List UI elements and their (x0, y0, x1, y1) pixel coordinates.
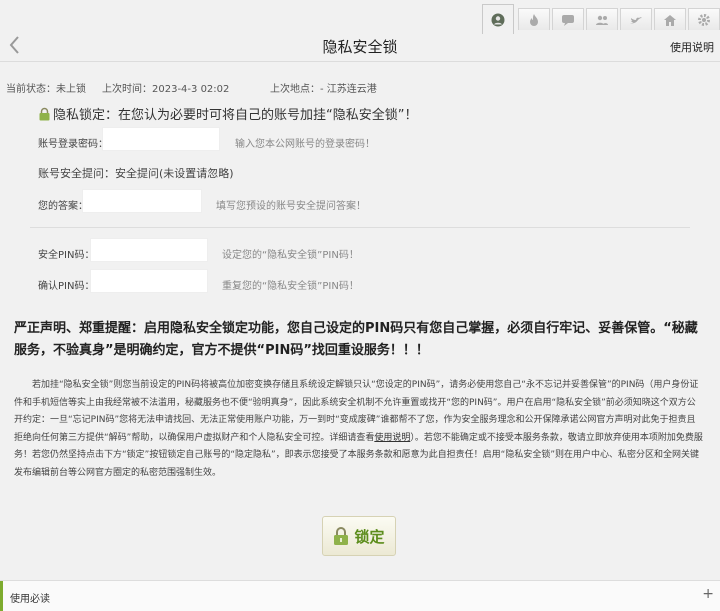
pin-confirm-label: 确认PIN码： (38, 281, 95, 292)
tab-users[interactable] (586, 8, 618, 30)
tab-home[interactable] (654, 8, 686, 30)
security-question: 账号安全提问：安全提问(未设置请忽略) (38, 167, 234, 180)
usage-notice-bar[interactable]: 使用必读 + (0, 580, 720, 611)
usage-notice-label: 使用必读 (10, 594, 50, 605)
current-state: 当前状态：未上锁 (6, 84, 86, 95)
answer-hint: 填写您预设的账号安全提问答案！ (216, 201, 366, 212)
last-location: 上次地点：- 江苏连云港 (270, 84, 377, 95)
pin-input[interactable] (90, 238, 208, 262)
pin-confirm-hint: 重复您的“隐私安全锁”PIN码！ (222, 281, 359, 292)
home-icon (664, 14, 676, 26)
padlock-icon (334, 527, 349, 545)
divider (30, 227, 690, 228)
chat-icon (562, 14, 574, 26)
warning-text: 严正声明、郑重提醒：启用隐私安全锁定功能，您自己设定的PIN码只有您自己掌握，必… (14, 321, 698, 358)
tab-chat[interactable] (552, 8, 584, 30)
tab-weibo[interactable] (620, 8, 652, 30)
lock-heading: 隐私锁定：在您认为必要时可将自己的账号加挂“隐私安全锁”！ (38, 104, 417, 123)
pin-confirm-input[interactable] (90, 269, 208, 293)
terms-paragraph: 若加挂“隐私安全锁”则您当前设定的PIN码将被高位加密变换存储且系统设定解锁只认… (14, 380, 703, 478)
pin-hint: 设定您的“隐私安全锁”PIN码！ (222, 250, 359, 261)
users-icon (596, 15, 608, 25)
answer-label: 您的答案： (38, 201, 88, 212)
password-input[interactable] (102, 127, 220, 151)
fire-icon (530, 13, 538, 26)
expand-icon[interactable]: + (702, 586, 714, 602)
pin-label: 安全PIN码： (38, 250, 95, 261)
last-time: 上次时间：2023-4-3 02:02 (102, 84, 230, 95)
answer-input[interactable] (82, 189, 202, 213)
lock-button[interactable]: 锁定 (322, 516, 396, 556)
lock-icon (39, 107, 50, 120)
page-header: 隐私安全锁 使用说明 (0, 30, 720, 62)
usage-guide-link[interactable]: 使用说明 (374, 433, 410, 443)
accent-bar (0, 581, 3, 611)
help-link[interactable]: 使用说明 (670, 39, 714, 55)
avatar-icon (491, 13, 505, 26)
top-tab-bar (0, 0, 720, 34)
password-label: 账号登录密码： (38, 139, 108, 150)
gear-icon (698, 13, 710, 26)
tab-hot[interactable] (518, 8, 550, 30)
page-title: 隐私安全锁 (322, 38, 398, 56)
bird-icon (630, 16, 642, 23)
password-hint: 输入您本公网账号的登录密码！ (235, 139, 375, 150)
tab-settings[interactable] (688, 8, 720, 30)
